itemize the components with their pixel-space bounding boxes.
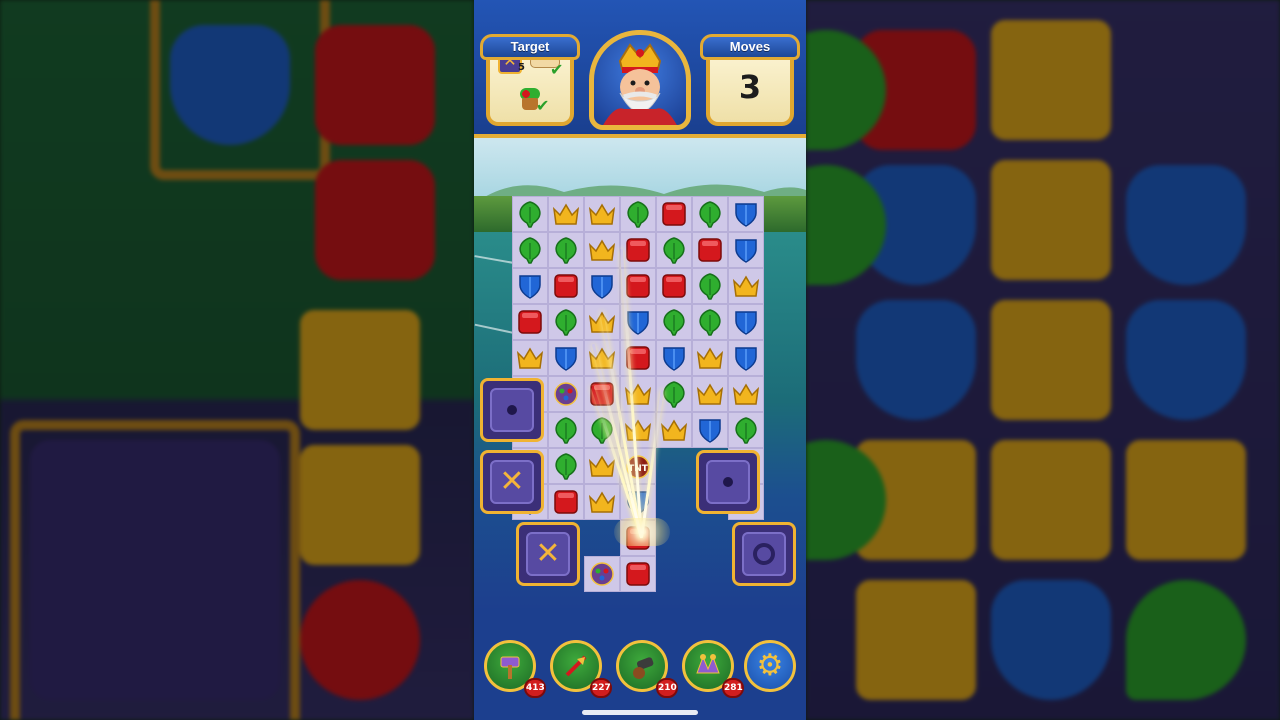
target-label: Target bbox=[480, 34, 580, 60]
box-piece[interactable] bbox=[656, 268, 692, 304]
crown-piece[interactable] bbox=[620, 376, 656, 412]
safe-spiral[interactable] bbox=[732, 522, 796, 586]
propeller-piece[interactable] bbox=[584, 556, 620, 592]
background-right bbox=[806, 0, 1280, 720]
crown-piece[interactable] bbox=[656, 412, 692, 448]
box-piece[interactable] bbox=[620, 556, 656, 592]
propeller-piece[interactable] bbox=[548, 376, 584, 412]
crown-piece[interactable] bbox=[692, 340, 728, 376]
settings-button[interactable]: ⚙ bbox=[744, 640, 796, 692]
crown-piece[interactable] bbox=[584, 232, 620, 268]
hammer-booster-count: 413 bbox=[524, 678, 546, 698]
crown-piece[interactable] bbox=[728, 376, 764, 412]
crown-piece[interactable] bbox=[584, 484, 620, 520]
safe-gold-x[interactable]: ✕ bbox=[480, 450, 544, 514]
cannon-booster-count: 210 bbox=[656, 678, 678, 698]
leaf-piece[interactable] bbox=[620, 196, 656, 232]
shield-piece[interactable] bbox=[692, 412, 728, 448]
box-piece[interactable] bbox=[620, 340, 656, 376]
leaf-piece[interactable] bbox=[548, 232, 584, 268]
jester-hat-booster-count: 281 bbox=[722, 678, 744, 698]
leaf-piece[interactable] bbox=[692, 268, 728, 304]
shield-piece[interactable] bbox=[728, 340, 764, 376]
check-icon: ✔ bbox=[550, 60, 564, 79]
arrow-icon bbox=[565, 655, 587, 677]
box-piece[interactable] bbox=[548, 268, 584, 304]
shield-piece[interactable] bbox=[728, 304, 764, 340]
target-safe-count: 5 bbox=[518, 62, 525, 73]
moves-counter: 3 bbox=[738, 68, 762, 106]
safe-locked[interactable] bbox=[480, 378, 544, 442]
shield-piece[interactable] bbox=[728, 232, 764, 268]
hammer-icon bbox=[500, 656, 520, 679]
play-scene: TNT ✕ ✕ bbox=[474, 138, 806, 608]
king-portrait bbox=[589, 30, 691, 130]
leaf-piece[interactable] bbox=[656, 232, 692, 268]
arrow-booster-count: 227 bbox=[590, 678, 612, 698]
leaf-piece[interactable] bbox=[548, 412, 584, 448]
game-viewport: ✕ 5 ✔ ✔ Target 3 Moves ✕ ✕ 413 227 210 2… bbox=[474, 0, 806, 720]
crown-piece[interactable] bbox=[512, 340, 548, 376]
box-piece[interactable] bbox=[620, 232, 656, 268]
shield-piece[interactable] bbox=[512, 268, 548, 304]
leaf-piece[interactable] bbox=[512, 196, 548, 232]
gear-icon: ⚙ bbox=[756, 648, 784, 683]
jester-hat-icon bbox=[696, 654, 720, 674]
shield-piece[interactable] bbox=[584, 268, 620, 304]
safe-locked[interactable] bbox=[696, 450, 760, 514]
crown-piece[interactable] bbox=[692, 376, 728, 412]
leaf-piece[interactable] bbox=[656, 304, 692, 340]
leaf-piece[interactable] bbox=[512, 232, 548, 268]
crown-piece[interactable] bbox=[584, 196, 620, 232]
top-bar: ✕ 5 ✔ ✔ Target 3 Moves bbox=[474, 0, 806, 138]
leaf-piece[interactable] bbox=[548, 304, 584, 340]
box-piece[interactable] bbox=[656, 196, 692, 232]
crown-piece[interactable] bbox=[548, 196, 584, 232]
booster-bar: 413 227 210 281 ⚙ bbox=[474, 640, 806, 706]
box-piece[interactable] bbox=[512, 304, 548, 340]
crown-piece[interactable] bbox=[584, 340, 620, 376]
shield-piece[interactable] bbox=[548, 340, 584, 376]
leaf-piece[interactable] bbox=[728, 412, 764, 448]
shield-piece[interactable] bbox=[728, 196, 764, 232]
shield-piece[interactable] bbox=[656, 340, 692, 376]
leaf-piece[interactable] bbox=[692, 196, 728, 232]
safe-gold-x[interactable]: ✕ bbox=[516, 522, 580, 586]
check-icon: ✔ bbox=[536, 96, 550, 115]
leaf-piece[interactable] bbox=[692, 304, 728, 340]
box-piece[interactable] bbox=[548, 484, 584, 520]
moves-label: Moves bbox=[700, 34, 800, 60]
leaf-piece[interactable] bbox=[548, 448, 584, 484]
cannon-icon bbox=[633, 657, 654, 679]
game-screen: ✕ 5 ✔ ✔ Target 3 Moves ✕ ✕ 413 227 210 2… bbox=[0, 0, 1280, 720]
box-piece[interactable] bbox=[692, 232, 728, 268]
crown-piece[interactable] bbox=[728, 268, 764, 304]
home-indicator[interactable] bbox=[582, 710, 698, 715]
background-left bbox=[0, 0, 474, 720]
